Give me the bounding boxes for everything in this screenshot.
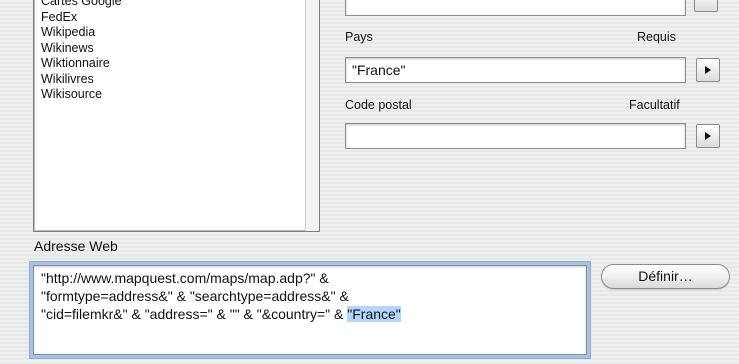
- country-requirement: Requis: [637, 30, 676, 44]
- postal-code-field[interactable]: [345, 123, 686, 149]
- postal-code-requirement: Facultatif: [629, 98, 680, 112]
- service-items: Cartes Google FedEx Wikipedia Wikinews Wikti…: [41, 0, 122, 103]
- country-label: Pays: [345, 30, 373, 44]
- service-list[interactable]: Cartes Google FedEx Wikipedia Wikinews Wikti…: [33, 0, 320, 232]
- list-item[interactable]: Wikipedia: [41, 25, 122, 41]
- define-button[interactable]: Définir…: [601, 264, 730, 289]
- triangle-right-icon: [705, 66, 711, 74]
- web-address-label: Adresse Web: [34, 238, 118, 254]
- previous-field-arrow-button[interactable]: [694, 0, 718, 12]
- country-arrow-button[interactable]: [696, 58, 720, 82]
- selected-text: "France": [347, 306, 401, 322]
- list-item[interactable]: Wiktionnaire: [41, 56, 122, 72]
- web-address-line-1: "http://www.mapquest.com/maps/map.adp?" …: [41, 270, 329, 286]
- list-scrollbar[interactable]: [305, 0, 319, 231]
- list-item[interactable]: Cartes Google: [41, 0, 122, 10]
- previous-field[interactable]: [345, 0, 686, 16]
- web-address-line-3: "cid=filemkr&" & "address=" & "" & "&cou…: [41, 306, 348, 322]
- list-item[interactable]: Wikilivres: [41, 72, 122, 88]
- list-item[interactable]: Wikinews: [41, 41, 122, 57]
- postal-code-arrow-button[interactable]: [696, 124, 720, 148]
- list-item[interactable]: FedEx: [41, 10, 122, 26]
- list-item[interactable]: Wikisource: [41, 87, 122, 103]
- triangle-right-icon: [705, 132, 711, 140]
- web-address-line-2: "formtype=address&" & "searchtype=addres…: [41, 288, 349, 304]
- web-address-textarea[interactable]: "http://www.mapquest.com/maps/map.adp?" …: [33, 265, 587, 355]
- postal-code-label: Code postal: [345, 98, 412, 112]
- country-field[interactable]: "France": [345, 57, 686, 83]
